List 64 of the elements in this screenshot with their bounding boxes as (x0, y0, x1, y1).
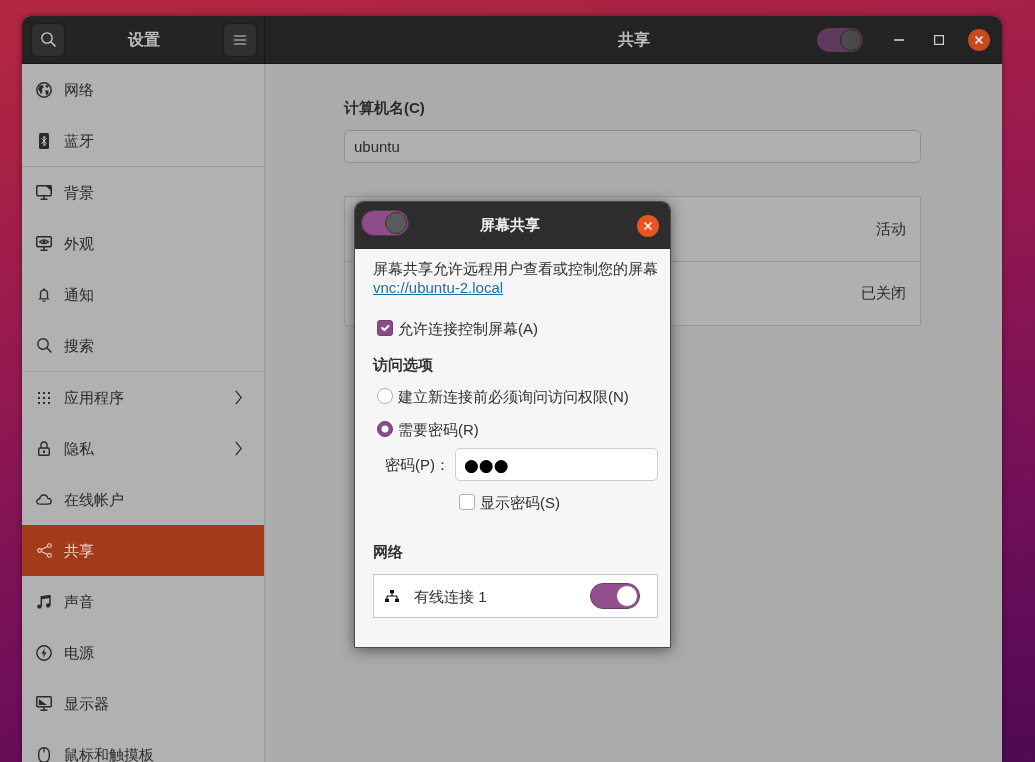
sidebar-item[interactable]: 在线帐户 (22, 474, 264, 525)
sharing-switch[interactable] (816, 26, 864, 53)
cloud-icon (36, 494, 52, 505)
checkbox-label[interactable]: 允许连接控制屏幕(A) (398, 318, 538, 338)
network-icon (385, 590, 399, 602)
close-button[interactable] (968, 28, 990, 51)
sidebar-item[interactable]: 电源 (22, 627, 264, 678)
display-icon (36, 696, 52, 711)
vnc-link[interactable]: vnc://ubuntu-2.local (373, 279, 504, 296)
section-heading: 网络 (373, 542, 404, 562)
search-icon (40, 32, 56, 47)
checkbox-label[interactable]: 显示密码(S) (480, 492, 560, 512)
page-title: 共享 (617, 29, 650, 50)
sidebar-item[interactable]: 共享 (22, 525, 264, 576)
sidebar-item[interactable]: 网络 (22, 64, 264, 115)
music-note-icon (37, 594, 51, 609)
sidebar-item[interactable]: 隐私 (22, 423, 264, 474)
sidebar-item[interactable]: 声音 (22, 576, 264, 627)
minimize-icon (894, 38, 904, 41)
field-label: 计算机名(C) (344, 99, 426, 116)
maximize-icon (934, 34, 944, 45)
radio-label[interactable]: 建立新连接前必须询问访问权限(N) (398, 386, 629, 406)
computer-name-field[interactable]: ubuntu (344, 130, 921, 163)
close-icon (968, 28, 990, 51)
bluetooth-icon (39, 132, 49, 149)
monitor-eye-icon (36, 236, 52, 251)
menu-icon (234, 34, 246, 45)
share-icon (36, 543, 52, 558)
sidebar-item[interactable]: 背景 (22, 167, 264, 218)
radio-label[interactable]: 需要密码(R) (398, 419, 479, 439)
search-icon (36, 338, 52, 353)
globe-icon (36, 81, 52, 98)
sidebar-item[interactable]: 外观 (22, 218, 264, 269)
close-icon (637, 214, 659, 237)
mouse-icon (38, 746, 50, 762)
status-text: 活动 (876, 218, 906, 239)
monitor-icon (36, 185, 52, 200)
section-heading: 访问选项 (373, 355, 434, 375)
lock-icon (38, 441, 50, 456)
sidebar-item[interactable]: 搜索 (22, 320, 264, 371)
dots-grid-icon (38, 391, 50, 404)
description-text: 屏幕共享允许远程用户查看或控制您的屏幕 (373, 259, 659, 278)
bell-icon (38, 287, 50, 302)
password-field[interactable]: ●●● (455, 448, 658, 481)
close-button[interactable] (637, 214, 659, 237)
sidebar-item[interactable]: 鼠标和触摸板 (22, 729, 264, 762)
radio-button[interactable] (377, 421, 393, 437)
menu-button[interactable] (223, 22, 257, 57)
sidebar-item[interactable]: 蓝牙 (22, 115, 264, 166)
network-switch[interactable] (590, 583, 640, 609)
sidebar-item[interactable]: 应用程序 (22, 372, 264, 423)
radio-button[interactable] (377, 388, 393, 404)
checkbox[interactable] (459, 494, 475, 510)
screen-sharing-switch[interactable] (361, 209, 409, 236)
checkbox[interactable] (377, 320, 393, 336)
dialog-title: 屏幕共享 (480, 215, 540, 236)
sidebar-item[interactable]: 通知 (22, 269, 264, 320)
password-label: 密码(P)： (385, 455, 451, 474)
sidebar-title: 设置 (128, 29, 160, 50)
sidebar-item[interactable]: 显示器 (22, 678, 264, 729)
search-button[interactable] (31, 22, 65, 57)
network-name: 有线连接 1 (414, 586, 487, 606)
status-text: 已关闭 (861, 283, 906, 304)
power-icon (36, 644, 52, 661)
